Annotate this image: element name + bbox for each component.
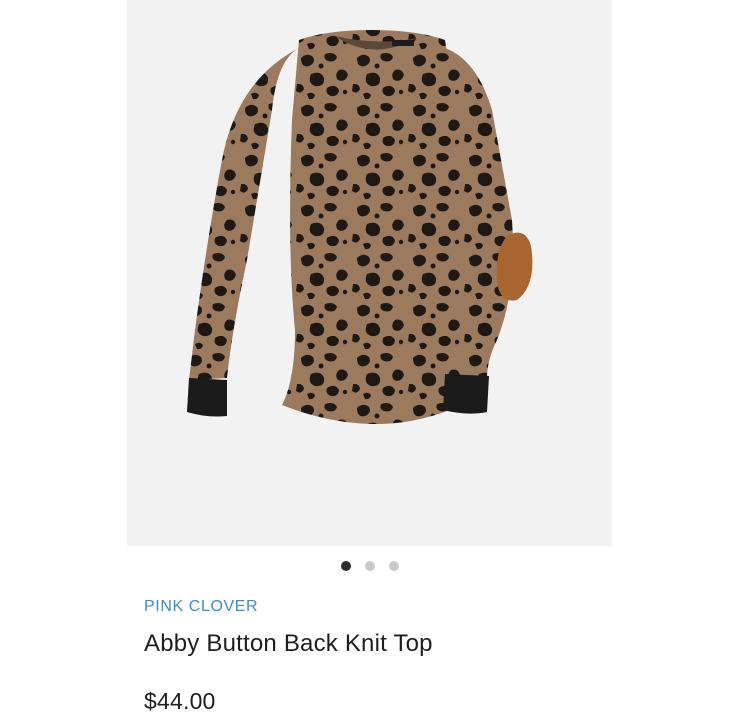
brand-link[interactable]: PINK CLOVER — [144, 598, 258, 616]
carousel-dots — [0, 560, 739, 572]
carousel-dot-2[interactable] — [364, 561, 375, 571]
carousel-dot-3[interactable] — [388, 561, 399, 571]
leopard-print-top-image — [187, 30, 533, 425]
product-title: Abby Button Back Knit Top — [144, 630, 433, 657]
product-price: $44.00 — [144, 688, 216, 714]
product-image[interactable] — [127, 0, 612, 546]
carousel-dot-1[interactable] — [340, 561, 351, 571]
